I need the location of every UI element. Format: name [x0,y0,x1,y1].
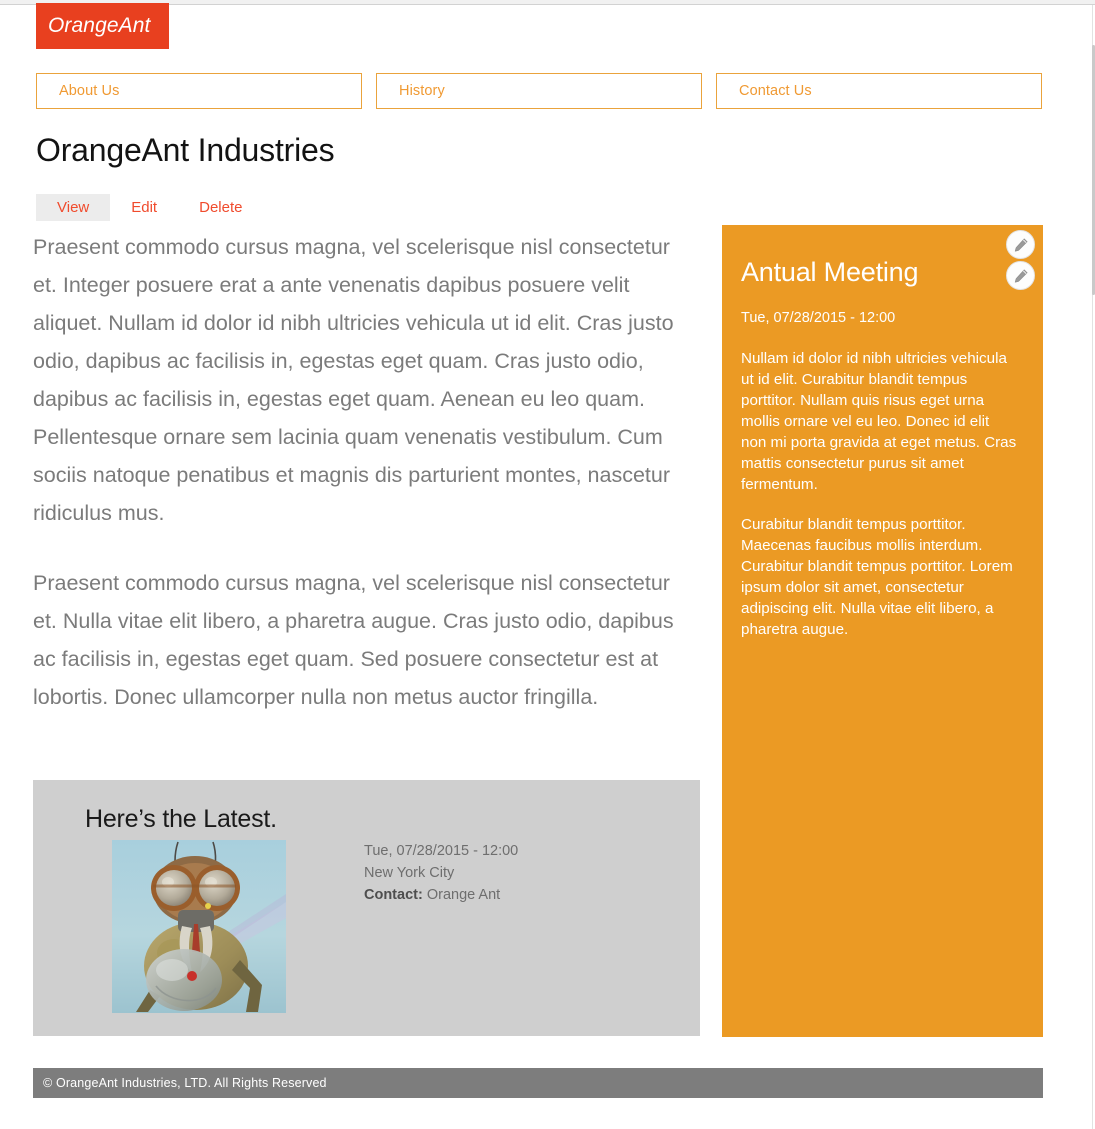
tab-view[interactable]: View [36,194,111,221]
latest-date: Tue, 07/28/2015 - 12:00 [364,843,519,859]
pencil-icon [1013,237,1029,253]
site-footer: © OrangeAnt Industries, LTD. All Rights … [33,1068,1043,1098]
latest-location: New York City [364,865,455,881]
nav-item-label: About Us [59,83,120,99]
footer-copyright-text: © OrangeAnt Industries, LTD. All Rights … [43,1076,327,1090]
article-body: Praesent commodo cursus magna, vel scele… [33,228,693,748]
nav-item-history[interactable]: History [376,73,702,109]
event-panel-paragraph: Nullam id dolor id nibh ultricies vehicu… [741,350,1017,493]
latest-contact-value: Orange Ant [426,887,501,903]
event-panel-actions [1006,230,1035,290]
nav-item-contact-us[interactable]: Contact Us [716,73,1042,109]
page-root: OrangeAnt About Us History Contact Us Or… [0,0,1095,1129]
event-panel-title: Antual Meeting [741,257,919,287]
site-logo-text: OrangeAnt [48,14,151,37]
event-panel: Antual Meeting Tue, 07/28/2015 - 12:00 N… [722,225,1043,1037]
pencil-icon [1013,268,1029,284]
latest-contact-label: Contact: [364,887,423,903]
latest-thumbnail-image [112,840,286,1013]
page-title: OrangeAnt Industries [36,132,335,168]
edit-pencil-button-primary[interactable] [1006,230,1035,259]
nav-item-about-us[interactable]: About Us [36,73,362,109]
event-panel-paragraph: Curabitur blandit tempus porttitor. Maec… [741,516,1013,638]
primary-nav: About Us History Contact Us [36,73,1042,109]
node-task-tabs: View Edit Delete [36,194,263,221]
article-paragraph: Praesent commodo cursus magna, vel scele… [33,571,674,709]
nav-item-label: Contact Us [739,83,812,99]
latest-contact-line: Contact: Orange Ant [364,884,518,906]
nav-item-label: History [399,83,445,99]
latest-metadata: Tue, 07/28/2015 - 12:00 New York City Co… [364,840,518,906]
tab-delete[interactable]: Delete [178,194,263,221]
edit-pencil-button-secondary[interactable] [1006,261,1035,290]
article-paragraph: Praesent commodo cursus magna, vel scele… [33,235,674,525]
site-logo[interactable]: OrangeAnt [36,3,169,49]
latest-heading: Here’s the Latest. [85,805,277,833]
tab-edit[interactable]: Edit [110,194,178,221]
latest-block: Here’s the Latest. Tue, 07/28/2015 - 12:… [33,780,700,1036]
event-panel-date: Tue, 07/28/2015 - 12:00 [741,310,896,326]
